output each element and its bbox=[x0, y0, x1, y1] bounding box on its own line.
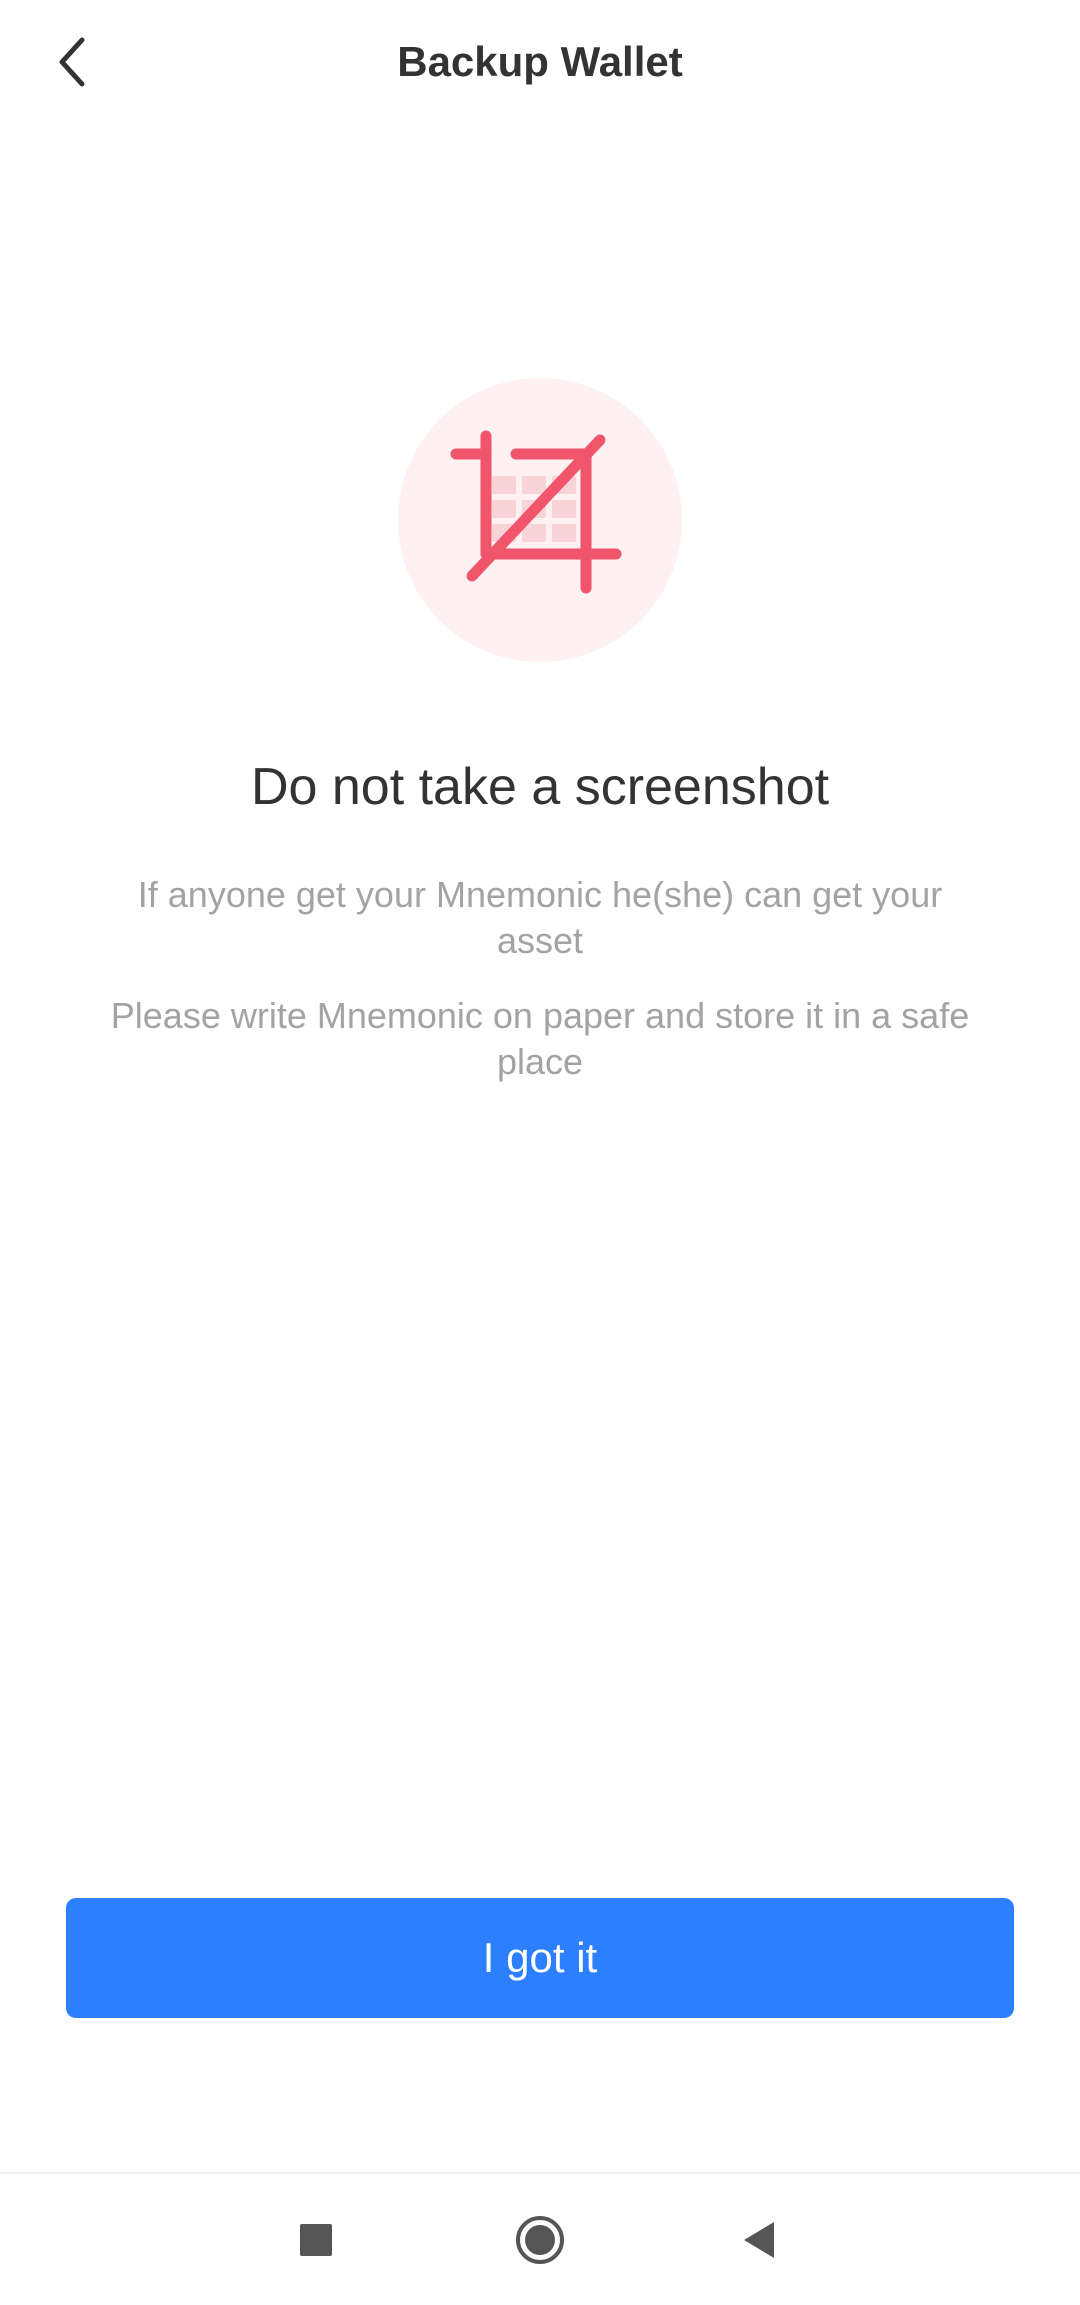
system-navigation-bar bbox=[0, 2172, 1080, 2305]
warning-text-mnemonic-risk: If anyone get your Mnemonic he(she) can … bbox=[137, 874, 943, 961]
page-title: Backup Wallet bbox=[397, 38, 683, 85]
circle-icon bbox=[516, 2216, 564, 2264]
app-header: Backup Wallet bbox=[0, 0, 1080, 124]
no-screenshot-icon bbox=[450, 430, 622, 594]
no-screenshot-illustration bbox=[398, 378, 682, 662]
i-got-it-button[interactable]: I got it bbox=[66, 1898, 1014, 2018]
home-button[interactable] bbox=[500, 2200, 580, 2280]
warning-text-store-safely: Please write Mnemonic on paper and store… bbox=[110, 995, 970, 1082]
triangle-back-icon bbox=[744, 2222, 774, 2258]
recents-button[interactable] bbox=[276, 2200, 356, 2280]
warning-heading: Do not take a screenshot bbox=[250, 758, 830, 816]
square-icon bbox=[300, 2224, 332, 2256]
system-back-button[interactable] bbox=[720, 2200, 800, 2280]
